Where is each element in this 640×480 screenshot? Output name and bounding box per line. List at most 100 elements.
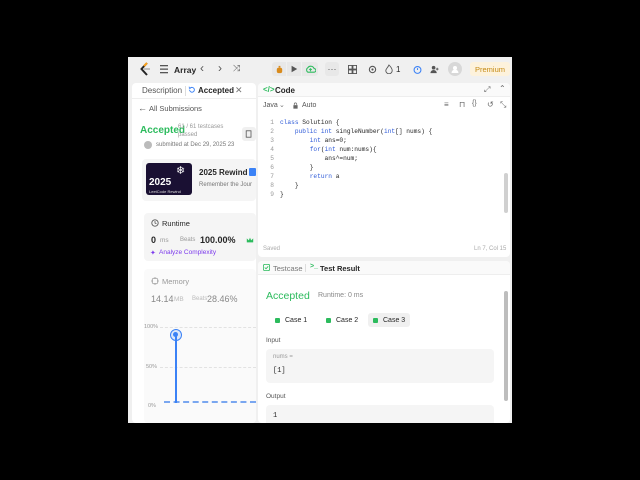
accepted-tab-icon xyxy=(188,86,196,96)
case-2-tab[interactable]: Case 2 xyxy=(321,313,363,327)
left-tabs: Description Accepted ✕ xyxy=(132,83,256,99)
terminal-icon: >_ xyxy=(310,263,318,270)
input-label: Input xyxy=(266,337,281,344)
prev-problem-button[interactable]: ‹ xyxy=(200,61,204,75)
code-title: Code xyxy=(275,86,295,95)
chart-tick-0: 0% xyxy=(148,403,156,409)
lock-icon xyxy=(292,102,299,111)
chevron-down-icon[interactable]: ⌄ xyxy=(279,101,285,109)
testcases-passed: 61 / 61 testcases passed xyxy=(178,124,224,138)
code-editor[interactable]: 1 class Solution { 2 public int singleNum… xyxy=(258,119,504,239)
avatar[interactable] xyxy=(448,62,462,76)
leetcode-logo-icon[interactable] xyxy=(138,62,152,76)
rewind-tag-icon xyxy=(249,168,256,176)
submitter-avatar xyxy=(144,141,152,149)
streak-count: 1 xyxy=(396,65,401,74)
braces-icon[interactable]: {} xyxy=(472,100,477,107)
submitted-at: submitted at Dec 29, 2025 23 xyxy=(156,142,235,148)
more-icon[interactable]: ··· xyxy=(325,62,339,76)
submission-panel: Description Accepted ✕ ← All Submissions… xyxy=(132,83,256,423)
runtime-unit: ms xyxy=(160,237,169,244)
fullscreen-icon[interactable]: ⤡ xyxy=(500,100,506,110)
rewind-subtitle: Remember the Jour xyxy=(199,182,253,188)
clock-icon xyxy=(151,219,159,229)
rewind-badge-caption: LeetCode Rewind xyxy=(149,189,181,194)
rewind-badge: ❄ 2025 LeetCode Rewind xyxy=(146,163,192,195)
memory-card[interactable]: Memory 14.14 MB Beats 28.46% 100% 50% 0% xyxy=(144,269,256,423)
analyze-complexity-link[interactable]: Analyze Complexity xyxy=(159,249,216,256)
submit-icon[interactable] xyxy=(302,62,318,76)
memory-label: Memory xyxy=(162,277,190,286)
tab-testcase[interactable]: Testcase xyxy=(273,264,303,273)
streak-icon[interactable] xyxy=(384,63,394,75)
all-submissions-link[interactable]: All Submissions xyxy=(149,104,202,113)
problem-list-label[interactable]: Array xyxy=(174,65,196,75)
shuffle-button[interactable]: ⤨ xyxy=(233,63,240,74)
tab-divider xyxy=(305,264,306,272)
chart-tick-50: 50% xyxy=(146,364,158,370)
add-friend-icon[interactable] xyxy=(428,63,440,75)
memory-icon xyxy=(151,277,159,287)
rewind-title: 2025 Rewind xyxy=(199,168,248,177)
code-panel: </> Code ⤢ ⌃ Java ⌄ Auto ≡ ⊓ {} ↺ ⤡ 1 cla… xyxy=(258,83,510,257)
tab-description[interactable]: Description xyxy=(142,86,182,95)
input-var: nums = xyxy=(273,354,293,360)
layout-icon[interactable] xyxy=(346,63,358,75)
chart-gridline-100 xyxy=(160,327,256,328)
case-pass-dot xyxy=(275,317,280,323)
back-arrow-icon[interactable]: ← xyxy=(138,103,147,113)
reset-icon[interactable]: ↺ xyxy=(487,100,494,109)
collapse-icon[interactable]: ⌃ xyxy=(499,84,506,93)
close-tab-icon[interactable]: ✕ xyxy=(235,85,243,96)
code-scrollbar[interactable] xyxy=(504,173,508,213)
expand-icon[interactable]: ⤢ xyxy=(484,85,490,95)
tab-test-result[interactable]: Test Result xyxy=(320,264,360,273)
distribution-bar-spike xyxy=(175,333,177,403)
top-navbar: Array ‹ › ⤨ ··· 1 Premium xyxy=(128,57,512,81)
memory-value: 14.14 xyxy=(151,294,174,304)
input-box: nums = [1] xyxy=(266,349,494,383)
test-panel-header: Testcase >_ Test Result xyxy=(258,261,510,275)
distribution-marker[interactable] xyxy=(170,329,182,341)
memory-unit: MB xyxy=(174,296,184,303)
language-select[interactable]: Java xyxy=(263,102,278,109)
memory-beats: 28.46% xyxy=(207,294,238,304)
code-panel-header: </> Code ⤢ ⌃ xyxy=(258,83,510,97)
auto-label[interactable]: Auto xyxy=(302,102,316,109)
menu-icon[interactable] xyxy=(160,64,168,74)
distribution-baseline xyxy=(164,401,256,404)
tab-accepted[interactable]: Accepted xyxy=(198,86,234,95)
output-label: Output xyxy=(266,393,286,400)
case-pass-dot xyxy=(373,317,378,323)
runtime-beats-label: Beats xyxy=(180,237,196,243)
test-status: Accepted xyxy=(266,290,310,302)
crown-icon xyxy=(246,236,254,246)
premium-button[interactable]: Premium xyxy=(470,62,510,76)
rewind-badge-year: 2025 xyxy=(149,177,172,188)
runtime-card[interactable]: Runtime 0 ms Beats 100.00% ✦ Analyze Com… xyxy=(144,213,256,261)
runtime-beats: 100.00% xyxy=(200,235,236,245)
output-box: 1 xyxy=(266,405,494,423)
analyze-icon: ✦ xyxy=(150,250,156,257)
notes-button[interactable] xyxy=(242,127,256,141)
leetcode-app: Array ‹ › ⤨ ··· 1 Premium Description Ac… xyxy=(128,57,512,423)
debug-icon[interactable] xyxy=(272,62,286,76)
tab-divider xyxy=(185,86,186,96)
rewind-card[interactable]: ❄ 2025 LeetCode Rewind 2025 Rewind Remem… xyxy=(142,159,256,201)
code-icon: </> xyxy=(263,85,275,94)
settings-icon[interactable] xyxy=(366,63,378,75)
testcase-check-icon xyxy=(262,263,271,273)
memory-beats-label: Beats xyxy=(192,296,208,302)
case-1-tab[interactable]: Case 1 xyxy=(270,313,312,327)
input-value: [1] xyxy=(273,367,286,375)
run-icon[interactable] xyxy=(287,62,301,76)
saved-status: Saved xyxy=(263,246,281,252)
bookmark-icon[interactable]: ⊓ xyxy=(459,100,465,109)
test-scrollbar[interactable] xyxy=(504,291,508,401)
format-icon[interactable]: ≡ xyxy=(444,100,449,109)
next-problem-button[interactable]: › xyxy=(218,61,222,75)
runtime-value: 0 xyxy=(151,235,157,245)
case-3-tab[interactable]: Case 3 xyxy=(368,313,411,327)
timer-icon[interactable] xyxy=(411,63,423,75)
output-value: 1 xyxy=(273,412,278,420)
